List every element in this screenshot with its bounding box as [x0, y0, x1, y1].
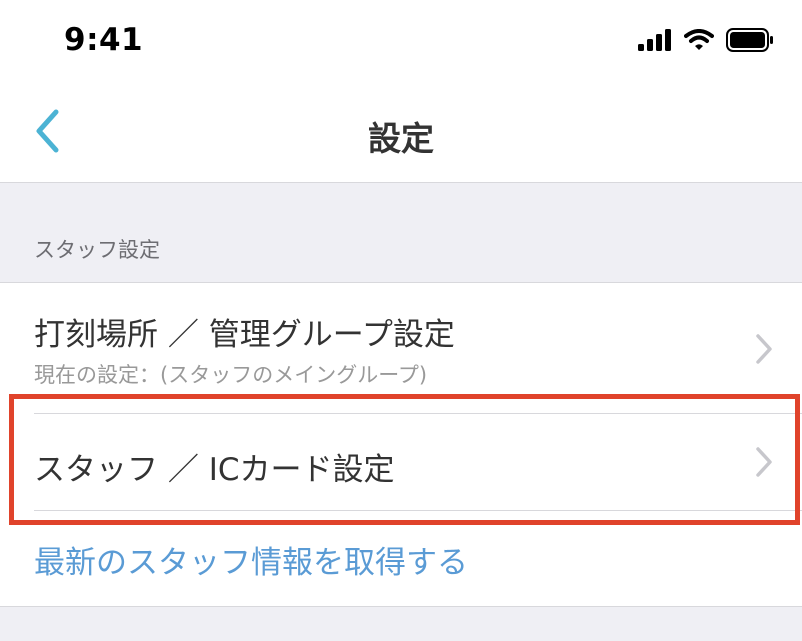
punch-location-settings-row[interactable]: 打刻場所 ／ 管理グループ設定 現在の設定：(スタッフのメイングループ) — [0, 283, 802, 413]
status-icons — [638, 26, 774, 58]
wifi-icon — [684, 29, 714, 55]
settings-group: 打刻場所 ／ 管理グループ設定 現在の設定：(スタッフのメイングループ) スタッ… — [0, 282, 802, 607]
status-time: 9:41 — [64, 22, 144, 58]
refresh-staff-info-link[interactable]: 最新のスタッフ情報を取得する — [34, 537, 468, 582]
punch-location-title: 打刻場所 ／ 管理グループ設定 — [34, 317, 455, 353]
page-title: 設定 — [368, 119, 434, 158]
staff-ic-card-title: スタッフ ／ ICカード設定 — [34, 452, 395, 488]
signal-icon — [638, 29, 672, 55]
navigation-bar: 設定 — [0, 84, 802, 183]
chevron-right-icon — [754, 333, 774, 365]
section-header-staff-settings: スタッフ設定 — [34, 238, 160, 262]
status-bar: 9:41 — [0, 0, 802, 84]
refresh-staff-info-row[interactable]: 最新のスタッフ情報を取得する — [0, 511, 802, 605]
battery-icon — [726, 28, 774, 56]
current-setting-subtitle: 現在の設定：(スタッフのメイングループ) — [34, 363, 428, 387]
chevron-right-icon — [754, 446, 774, 478]
staff-ic-card-settings-row[interactable]: スタッフ ／ ICカード設定 — [0, 414, 802, 510]
